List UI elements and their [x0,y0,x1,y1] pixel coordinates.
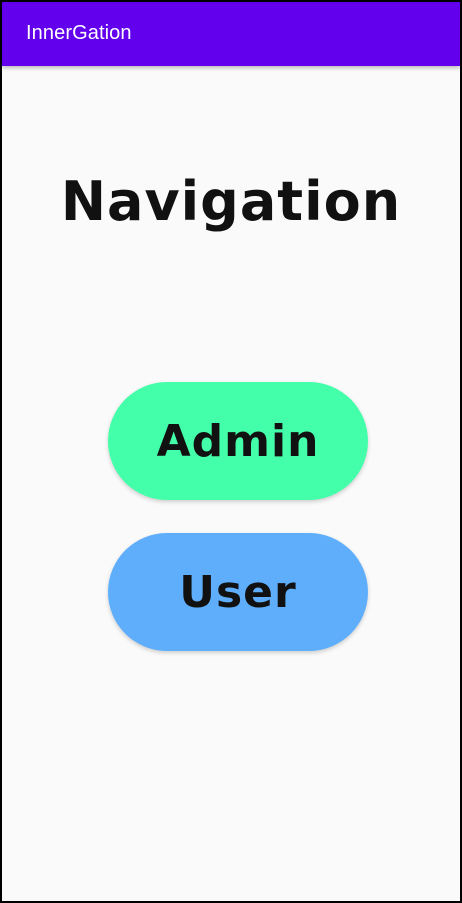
app-bar: InnerGation [2,2,460,66]
page-heading: Navigation [60,170,402,233]
app-screen: InnerGation Navigation Admin User [0,0,462,903]
app-title: InnerGation [26,22,132,44]
admin-button-label: Admin [156,415,320,467]
user-button-label: User [179,566,297,618]
user-button[interactable]: User [108,533,368,651]
admin-button[interactable]: Admin [108,382,368,500]
